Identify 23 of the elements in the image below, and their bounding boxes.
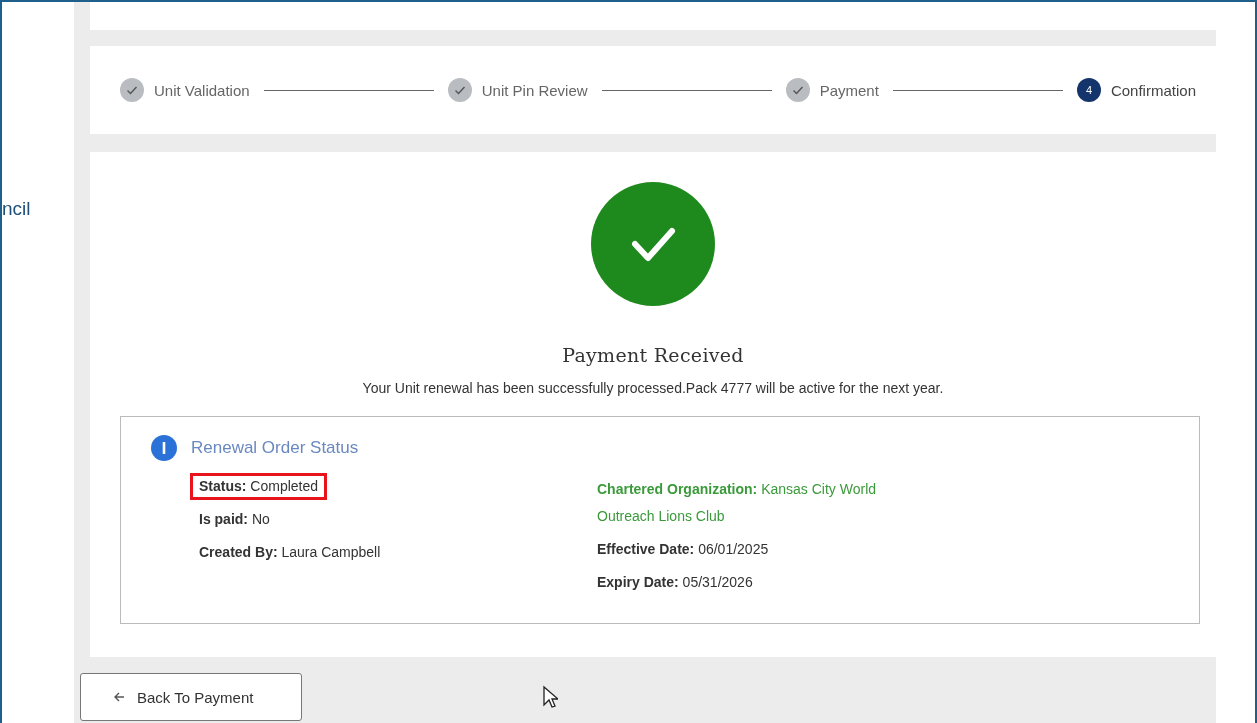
arrow-left-icon [113, 691, 125, 703]
step-check-icon [785, 78, 810, 102]
field-text: Status: Completed [190, 473, 328, 500]
mouse-cursor-icon [542, 685, 558, 709]
field-text: Expiry Date: 05/31/2026 [596, 573, 754, 592]
step-label: Confirmation [1110, 81, 1196, 99]
success-check-icon [591, 182, 715, 306]
info-icon [151, 435, 177, 461]
result-message: Your Unit renewal has been successfully processed.Pack 4777 will be active for the next year. [362, 380, 944, 396]
step-number: 4 [1076, 78, 1101, 102]
step-check-icon [120, 78, 144, 102]
step-check-icon [447, 78, 472, 102]
field-text: Effective Date: 06/01/2025 [596, 540, 770, 559]
step-label: Unit Pin Review [481, 81, 588, 99]
section-title: Renewal Order Status [191, 438, 359, 458]
field-text: Is paid: No [198, 510, 271, 529]
back-button[interactable]: Back To Payment [80, 673, 302, 721]
field-text: Chartered Organization: Kansas City World Outreach Lions Club [596, 480, 878, 526]
result-title: Payment Received [562, 344, 744, 366]
field-text: Created By: Laura Campbell [198, 543, 382, 562]
step-label: Payment [819, 81, 879, 99]
step-label: Unit Validation [154, 81, 250, 99]
sidebar-link[interactable]: ncil [2, 198, 74, 220]
